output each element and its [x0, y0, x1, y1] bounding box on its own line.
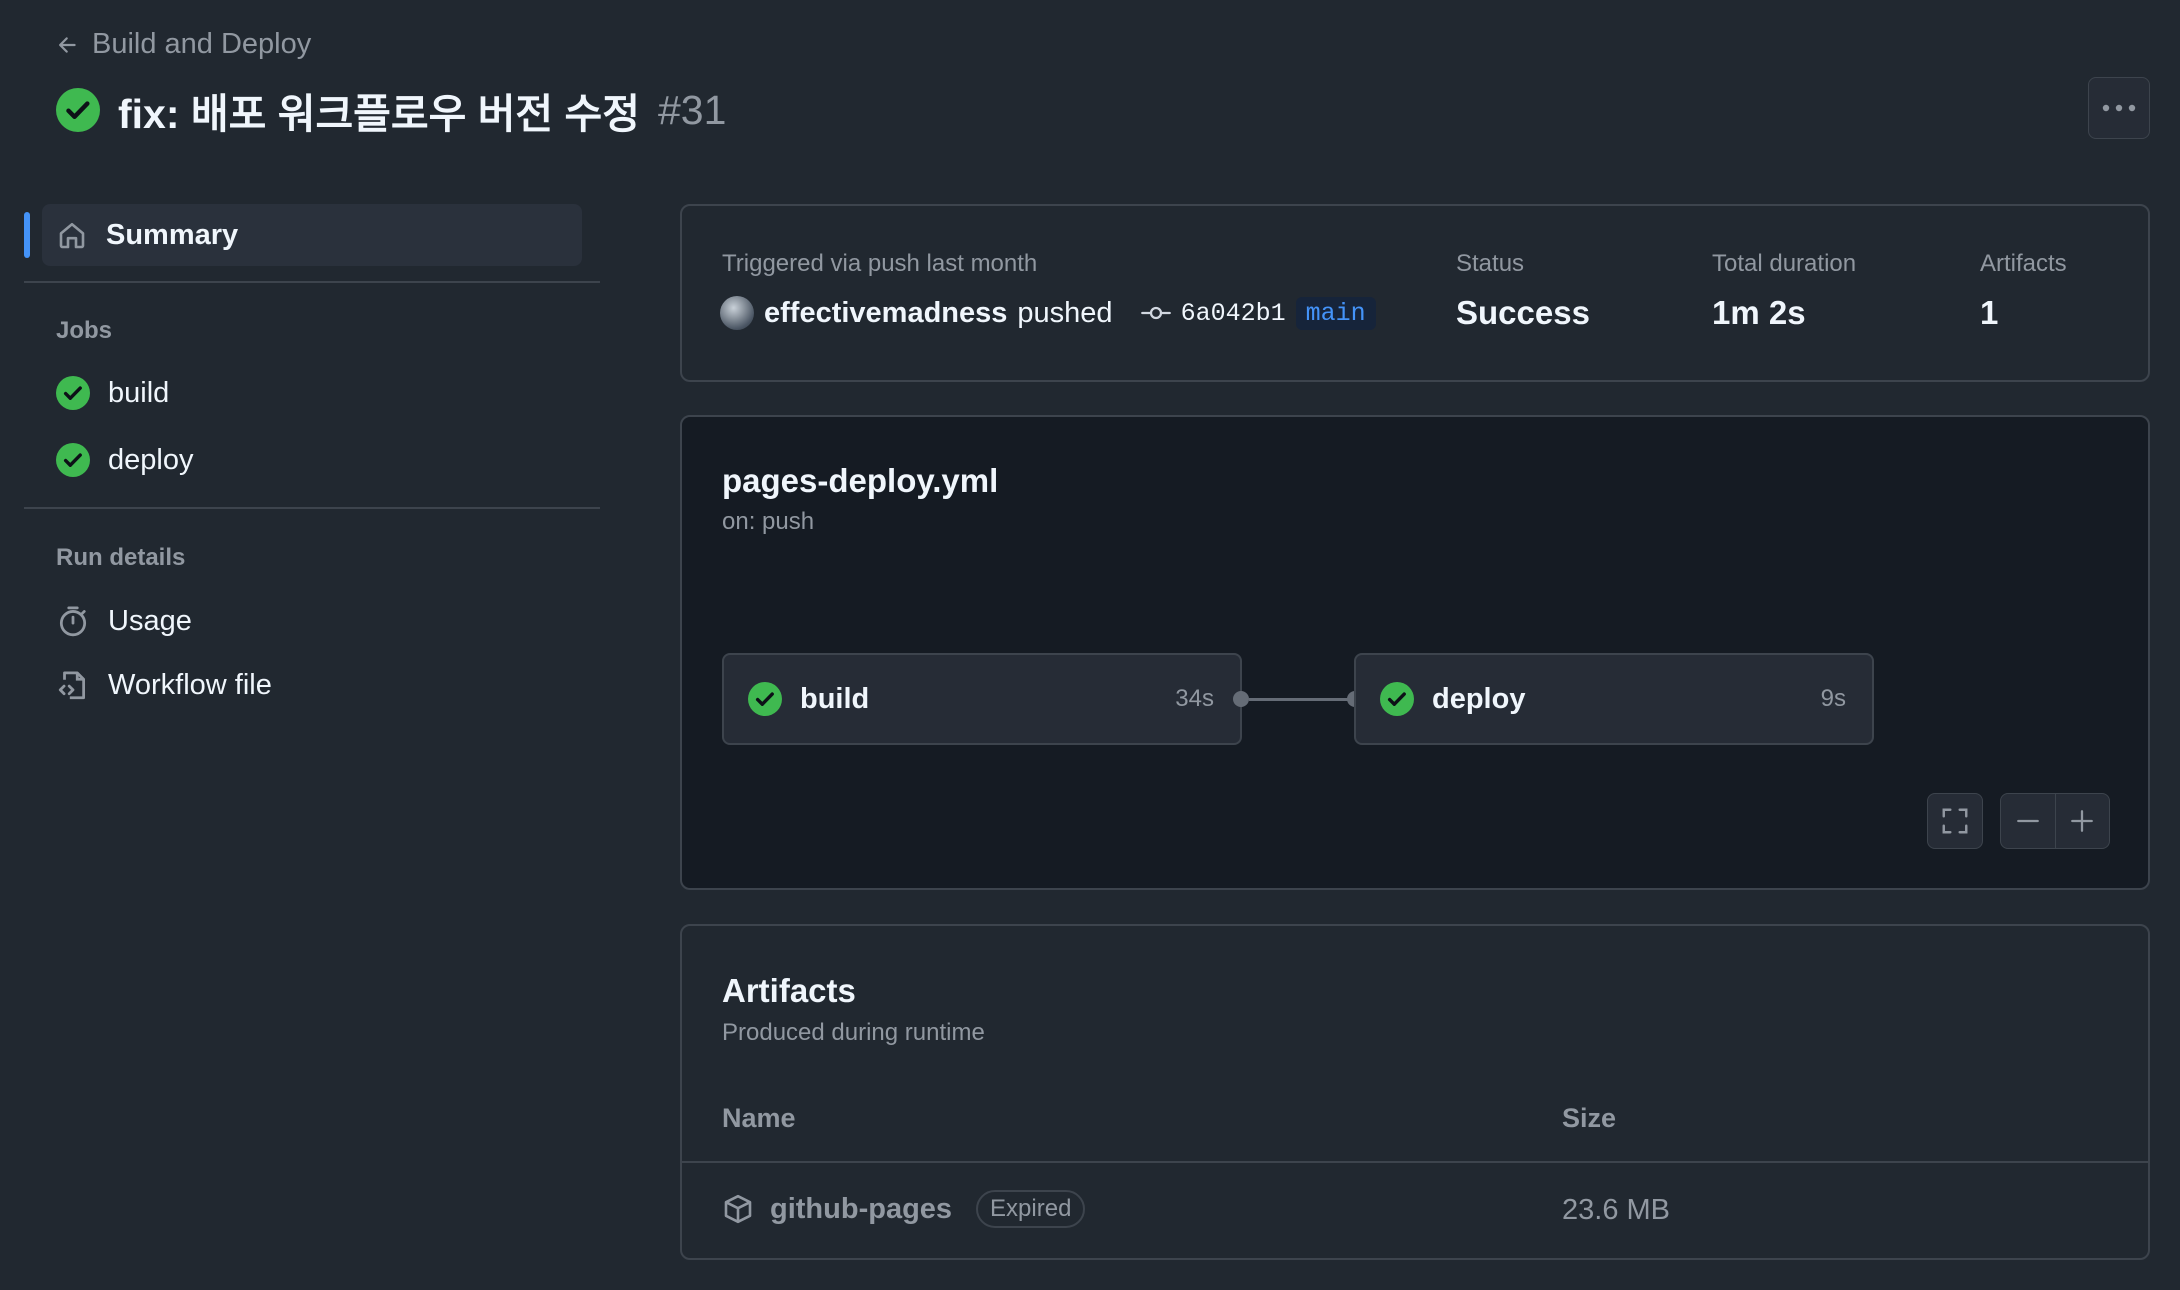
sidebar-item-build[interactable]: build: [56, 376, 169, 410]
column-header-name: Name: [722, 1103, 796, 1133]
artifact-name[interactable]: github-pages: [770, 1193, 952, 1226]
table-row: github-pages Expired: [722, 1190, 1086, 1228]
stopwatch-icon: [56, 604, 90, 638]
job-name: deploy: [1432, 682, 1526, 715]
job-connector-line: [1249, 698, 1349, 701]
zoom-out-button[interactable]: [2001, 808, 2055, 834]
check-circle-icon: [748, 682, 782, 716]
status-badge: Expired: [976, 1190, 1086, 1228]
sidebar-item-workflow-file[interactable]: Workflow file: [56, 668, 272, 702]
sidebar-item-label: deploy: [108, 443, 194, 476]
artifacts-subtitle: Produced during runtime: [722, 1019, 985, 1046]
connector-dot: [1233, 691, 1249, 707]
sidebar-item-label: build: [108, 376, 170, 409]
fullscreen-icon: [1940, 806, 1970, 836]
duration-label: Total duration: [1712, 250, 1857, 277]
run-summary-card: [680, 204, 2150, 382]
run-details-heading: Run details: [56, 544, 186, 571]
avatar[interactable]: [720, 296, 754, 330]
trigger-details: effectivemadness pushed 6a042b1 main: [720, 296, 1376, 330]
workflow-trigger: on: push: [722, 508, 815, 535]
kebab-horizontal-icon: [2102, 104, 2136, 112]
column-header-size: Size: [1562, 1103, 1617, 1133]
zoom-out-icon: [2015, 808, 2041, 834]
actor-link[interactable]: effectivemadness: [764, 297, 1007, 330]
run-number: #31: [657, 86, 727, 133]
commit-sha-link[interactable]: 6a042b1: [1181, 299, 1286, 328]
zoom-in-button[interactable]: [2056, 808, 2110, 834]
sidebar-item-label: Workflow file: [108, 668, 272, 701]
status-label: Status: [1456, 250, 1525, 277]
sidebar-item-usage[interactable]: Usage: [56, 604, 192, 638]
job-node-build[interactable]: build 34s: [722, 653, 1242, 745]
zoom-controls: [2000, 793, 2110, 849]
job-name: build: [800, 682, 870, 715]
arrow-left-icon: [56, 34, 78, 56]
jobs-heading: Jobs: [56, 317, 113, 344]
package-icon: [722, 1193, 754, 1225]
duration-value: 1m 2s: [1712, 294, 1806, 331]
artifacts-count-value[interactable]: 1: [1980, 294, 1998, 332]
artifact-size: 23.6 MB: [1562, 1194, 1670, 1226]
zoom-in-icon: [2069, 808, 2095, 834]
file-code-icon: [56, 668, 90, 702]
sidebar-item-summary[interactable]: Summary: [42, 204, 582, 266]
back-link[interactable]: Build and Deploy: [56, 28, 311, 61]
job-duration: 9s: [1820, 685, 1846, 712]
sidebar-item-label: Usage: [108, 604, 192, 637]
back-link-label: Build and Deploy: [92, 28, 312, 60]
check-circle-icon: [56, 376, 90, 410]
git-commit-icon: [1140, 303, 1171, 323]
run-title: fix: 배포 워크플로우 버전 수정: [118, 91, 640, 137]
branch-label[interactable]: main: [1295, 296, 1376, 330]
status-value: Success: [1456, 294, 1590, 331]
more-options-button[interactable]: [2088, 77, 2150, 139]
action-text: pushed: [1017, 296, 1113, 329]
check-circle-icon: [56, 443, 90, 477]
workflow-file-name: pages-deploy.yml: [722, 462, 999, 499]
job-node-deploy[interactable]: deploy 9s: [1354, 653, 1874, 745]
home-icon: [56, 219, 88, 251]
sidebar-item-label: Summary: [106, 218, 239, 251]
check-circle-icon: [1380, 682, 1414, 716]
trigger-text: Triggered via push last month: [722, 250, 1038, 277]
artifacts-count-label: Artifacts: [1980, 250, 2067, 277]
sidebar-item-deploy[interactable]: deploy: [56, 443, 193, 477]
divider: [682, 1161, 2148, 1163]
artifacts-title: Artifacts: [722, 972, 856, 1009]
fullscreen-button[interactable]: [1927, 793, 1983, 849]
page-title: fix: 배포 워크플로우 버전 수정 #31: [56, 80, 726, 140]
divider: [24, 281, 600, 283]
active-indicator: [24, 212, 30, 258]
check-circle-icon: [56, 88, 100, 132]
job-duration: 34s: [1175, 685, 1214, 712]
divider: [24, 507, 600, 509]
